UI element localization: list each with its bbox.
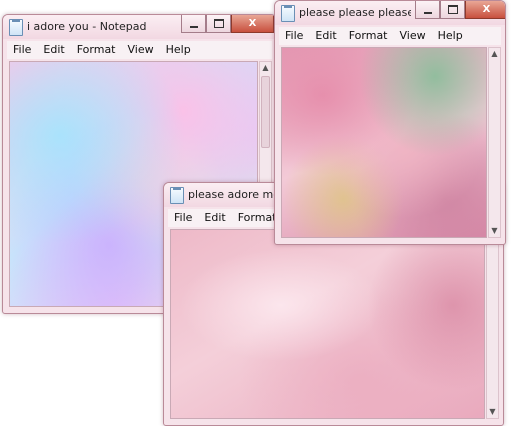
scroll-thumb[interactable] [261,76,270,148]
menu-edit[interactable]: Edit [198,209,231,227]
title-bar[interactable]: please please please ... X [275,1,505,25]
scroll-down-icon[interactable]: ▼ [487,406,498,418]
menu-bar: File Edit Format View Help [7,41,272,59]
minimize-icon [189,25,198,28]
vertical-scrollbar[interactable]: ▼ [486,229,499,419]
window-title: please please please ... [299,6,411,19]
scroll-up-icon[interactable]: ▲ [489,48,500,60]
text-area[interactable] [170,229,485,419]
menu-help[interactable]: Help [432,27,469,45]
maximize-icon [213,19,224,28]
menu-format[interactable]: Format [71,41,122,59]
menu-edit[interactable]: Edit [37,41,70,59]
close-icon: X [482,4,491,15]
notepad-icon [281,5,295,22]
menu-view[interactable]: View [122,41,160,59]
maximize-icon [447,5,458,14]
close-button[interactable]: X [231,15,274,33]
menu-bar: File Edit Format View Help [279,27,501,45]
window-controls: X [181,15,274,34]
menu-edit[interactable]: Edit [309,27,342,45]
minimize-button[interactable] [415,1,440,19]
text-area[interactable] [281,47,487,238]
notepad-icon [9,19,23,36]
window-controls: X [415,1,505,20]
menu-format[interactable]: Format [343,27,394,45]
notepad-icon [170,187,184,204]
minimize-button[interactable] [181,15,206,33]
vertical-scrollbar[interactable]: ▲ ▼ [488,47,501,238]
menu-view[interactable]: View [394,27,432,45]
menu-file[interactable]: File [7,41,37,59]
window-title: i adore you - Notepad [27,20,147,33]
maximize-button[interactable] [440,1,465,19]
notepad-window-please-please-please[interactable]: please please please ... X File Edit For… [274,0,506,245]
minimize-icon [423,11,432,14]
window-title: please adore me [188,188,281,201]
menu-help[interactable]: Help [160,41,197,59]
title-bar[interactable]: i adore you - Notepad X [3,15,276,39]
scroll-up-icon[interactable]: ▲ [260,62,271,74]
close-button[interactable]: X [465,1,505,19]
menu-file[interactable]: File [279,27,309,45]
close-icon: X [248,18,257,29]
menu-file[interactable]: File [168,209,198,227]
maximize-button[interactable] [206,15,231,33]
scroll-down-icon[interactable]: ▼ [489,225,500,237]
